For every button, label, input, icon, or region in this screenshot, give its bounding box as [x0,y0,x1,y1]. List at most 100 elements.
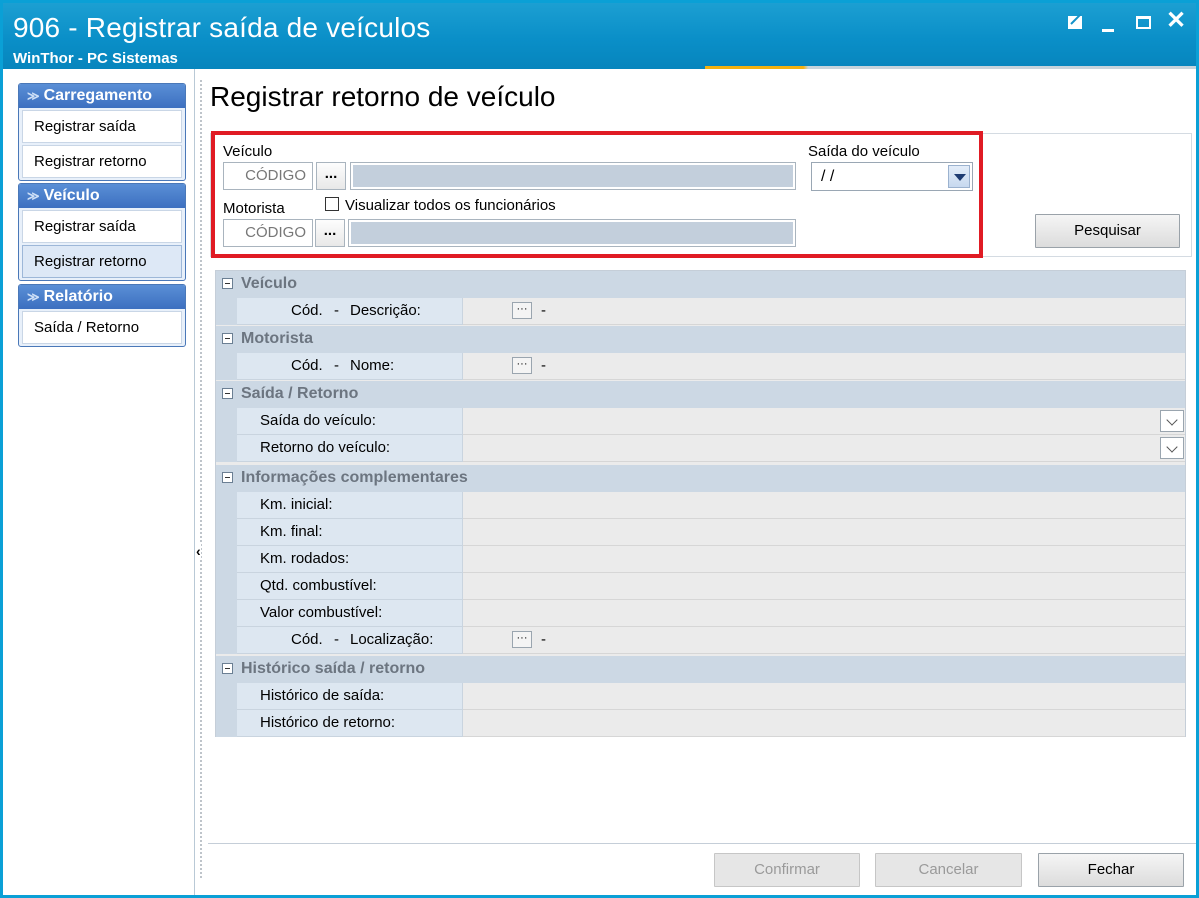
grid-row-valor-combustivel[interactable]: Valor combustível: [216,600,1185,627]
grid-row-km-final[interactable]: Km. final: [216,519,1185,546]
grid-row-localizacao[interactable]: Cód. - Localização: ··· - [216,627,1185,654]
sidebar-group-header[interactable]: ≫ Relatório [19,285,185,309]
title-bar[interactable]: 906 - Registrar saída de veículos WinTho… [3,3,1196,69]
ellipsis-button[interactable]: ··· [512,357,532,374]
pesquisar-button[interactable]: Pesquisar [1035,214,1180,248]
motorista-search-button[interactable]: ... [315,219,345,247]
collapse-icon[interactable] [222,278,233,289]
category-veiculo[interactable]: Veículo [216,271,1185,298]
confirmar-button[interactable]: Confirmar [714,853,860,887]
sidebar-item-veiculo-registrar-saida[interactable]: Registrar saída [22,210,182,243]
cod-label: Cód. [291,302,323,319]
collapse-icon[interactable] [222,388,233,399]
bottom-action-bar: Confirmar Cancelar Fechar [208,843,1196,895]
category-title: Informações complementares [241,469,468,486]
grid-row-historico-saida[interactable]: Histórico de saída: [216,683,1185,710]
localizacao-label: Localização: [350,631,434,648]
value-dash: - [541,631,546,648]
sidebar-item-carregamento-registrar-retorno[interactable]: Registrar retorno [22,145,182,178]
category-historico[interactable]: Histórico saída / retorno [216,656,1185,683]
dash-label: - [334,302,339,319]
motorista-label: Motorista [223,200,285,217]
cod-label: Cód. [291,631,323,648]
collapse-icon[interactable] [222,333,233,344]
category-title: Motorista [241,330,313,347]
sidebar-group-header[interactable]: ≫ Veículo [19,184,185,208]
veiculo-search-button[interactable]: ... [316,162,346,190]
dash-label: - [334,357,339,374]
grid-row-veiculo-descricao[interactable]: Cód. - Descrição: ··· - [216,298,1185,325]
saida-date-value: / / [821,168,835,185]
grid-row-saida-veiculo[interactable]: Saída do veículo: [216,408,1185,435]
chevron-down-icon[interactable] [1160,437,1184,459]
value-dash: - [541,357,546,374]
historico-saida-label: Histórico de saída: [260,687,385,704]
splitter-grip [200,79,202,879]
veiculo-code-field[interactable]: CÓDIGO [223,162,313,190]
sidebar-item-carregamento-registrar-saida[interactable]: Registrar saída [22,110,182,143]
valor-combustivel-label: Valor combustível: [260,604,383,621]
maximize-icon [1136,16,1151,29]
category-title: Veículo [241,275,298,292]
category-motorista[interactable]: Motorista [216,326,1185,353]
saida-label: Saída do veículo: [260,412,376,429]
value-dash: - [541,302,546,319]
retorno-label: Retorno do veículo: [260,439,391,456]
window-title: 906 - Registrar saída de veículos [13,12,431,43]
page-title: Registrar retorno de veículo [210,81,556,112]
close-button[interactable]: ✕ [1163,9,1189,35]
nome-label: Nome: [350,357,395,374]
maximize-button[interactable] [1131,9,1157,35]
category-informacoes[interactable]: Informações complementares [216,465,1185,492]
cod-label: Cód. [291,357,323,374]
motorista-code-field[interactable]: CÓDIGO [223,219,313,247]
collapse-icon[interactable] [222,663,233,674]
category-title: Histórico saída / retorno [241,660,426,677]
minimize-button[interactable] [1097,9,1123,35]
dropdown-arrow-icon[interactable] [948,165,970,188]
qtd-combustivel-label: Qtd. combustível: [260,577,377,594]
main-content: Registrar retorno de veículo Veículo CÓD… [208,69,1196,895]
group-title: Carregamento [43,87,153,104]
km-rodados-label: Km. rodados: [260,550,350,567]
sidebar-group-veiculo: ≫ Veículo Registrar saída Registrar retor… [18,183,186,281]
chevron-down-icon[interactable] [1160,410,1184,432]
collapse-left-icon[interactable]: ‹ [196,543,201,559]
sidebar-group-header[interactable]: ≫ Carregamento [19,84,185,108]
sidebar-group-carregamento: ≫ Carregamento Registrar saída Registrar … [18,83,186,181]
ellipsis-button[interactable]: ··· [512,302,532,319]
motorista-name-field [348,219,796,247]
cancelar-button[interactable]: Cancelar [875,853,1022,887]
sidebar-item-veiculo-registrar-retorno[interactable]: Registrar retorno [22,245,182,278]
saida-veiculo-label: Saída do veículo [808,143,920,160]
group-title: Veículo [43,187,100,204]
grid-row-qtd-combustivel[interactable]: Qtd. combustível: [216,573,1185,600]
grid-row-retorno-veiculo[interactable]: Retorno do veículo: [216,435,1185,462]
panel-splitter[interactable]: ‹ [195,69,208,895]
saida-date-picker[interactable]: / / [811,162,973,191]
historico-retorno-label: Histórico de retorno: [260,714,396,731]
fechar-button[interactable]: Fechar [1038,853,1184,887]
veiculo-label: Veículo [223,143,273,160]
grid-row-km-rodados[interactable]: Km. rodados: [216,546,1185,573]
visualizar-todos-checkbox[interactable] [325,197,339,211]
restore-icon[interactable] [1063,9,1089,35]
app-window: 906 - Registrar saída de veículos WinTho… [0,0,1199,898]
category-saida-retorno[interactable]: Saída / Retorno [216,381,1185,408]
grid-row-historico-retorno[interactable]: Histórico de retorno: [216,710,1185,737]
category-title: Saída / Retorno [241,385,359,402]
collapse-chevron-icon: ≫ [27,290,40,304]
grid-row-motorista-nome[interactable]: Cód. - Nome: ··· - [216,353,1185,380]
grid-row-km-inicial[interactable]: Km. inicial: [216,492,1185,519]
dash-label: - [334,631,339,648]
minimize-icon [1102,29,1114,32]
ellipsis-button[interactable]: ··· [512,631,532,648]
descricao-label: Descrição: [350,302,421,319]
km-inicial-label: Km. inicial: [260,496,333,513]
property-grid: Veículo Cód. - Descrição: ··· - Motorista C… [215,270,1186,737]
collapse-icon[interactable] [222,472,233,483]
sidebar-group-relatorio: ≫ Relatório Saída / Retorno [18,284,186,347]
sidebar-item-saida-retorno[interactable]: Saída / Retorno [22,311,182,344]
group-title: Relatório [43,288,113,305]
km-final-label: Km. final: [260,523,323,540]
